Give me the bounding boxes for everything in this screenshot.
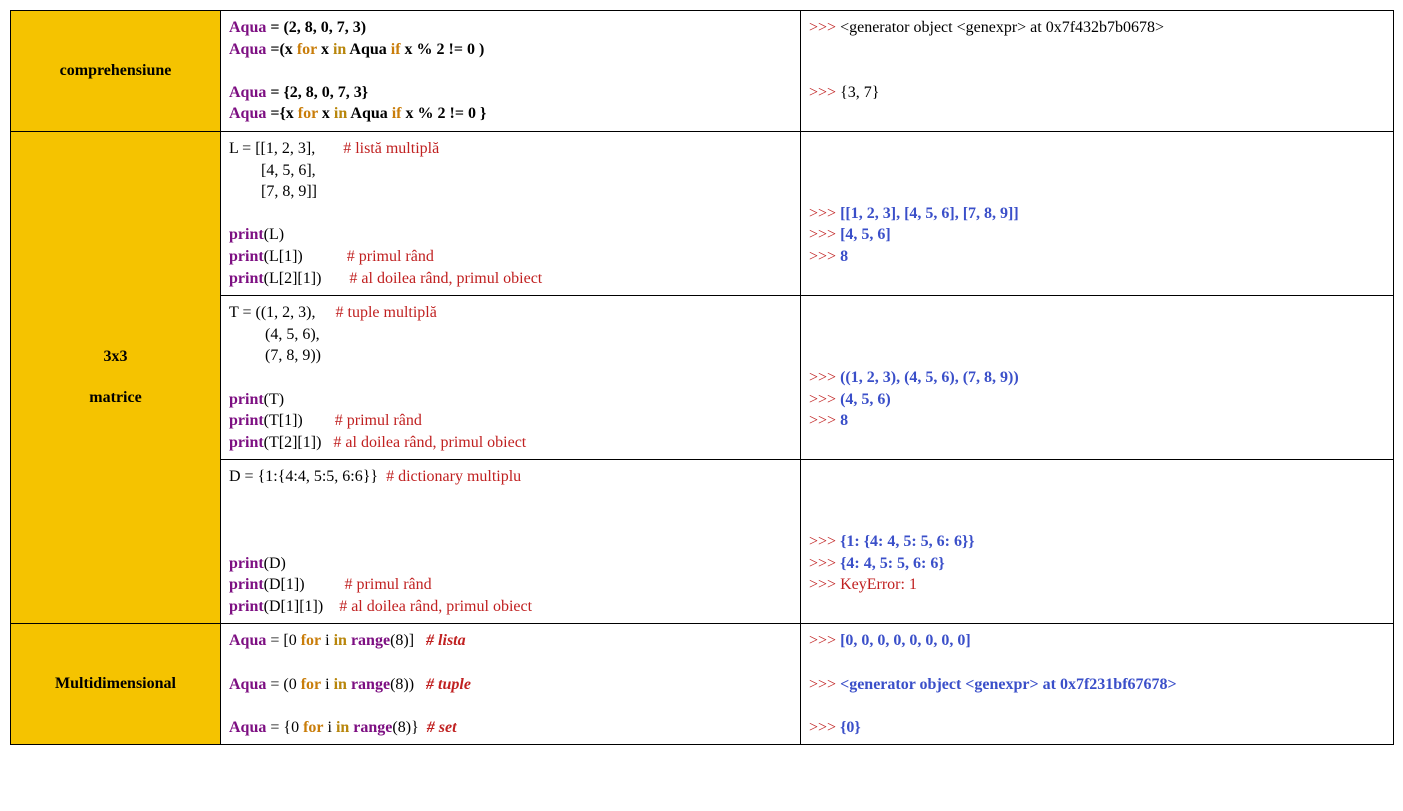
row2-tuple-code: T = ((1, 2, 3), # tuple multiplă (4, 5, … [221,296,801,460]
row3-header: Multidimensional [11,624,221,745]
row1-code: Aqua = (2, 8, 0, 7, 3) Aqua =(x for x in… [221,11,801,132]
row-matrice-list: 3x3matrice L = [[1, 2, 3], # listă multi… [11,131,1394,295]
row3-output: >>> [0, 0, 0, 0, 0, 0, 0, 0] >>> <genera… [801,624,1394,745]
row3-code: Aqua = [0 for i in range(8)] # lista Aqu… [221,624,801,745]
row1-header: comprehensiune [11,11,221,132]
row2-dict-output: >>> {1: {4: 4, 5: 5, 6: 6}} >>> {4: 4, 5… [801,460,1394,624]
row-multidimensional: Multidimensional Aqua = [0 for i in rang… [11,624,1394,745]
row2-dict-code: D = {1:{4:4, 5:5, 6:6}} # dictionary mul… [221,460,801,624]
row1-output: >>> <generator object <genexpr> at 0x7f4… [801,11,1394,132]
row-comprehensiune: comprehensiune Aqua = (2, 8, 0, 7, 3) Aq… [11,11,1394,132]
row2-tuple-output: >>> ((1, 2, 3), (4, 5, 6), (7, 8, 9)) >>… [801,296,1394,460]
row2-list-code: L = [[1, 2, 3], # listă multiplă [4, 5, … [221,131,801,295]
row2-list-output: >>> [[1, 2, 3], [4, 5, 6], [7, 8, 9]] >>… [801,131,1394,295]
python-reference-table: comprehensiune Aqua = (2, 8, 0, 7, 3) Aq… [10,10,1394,745]
row2-header: 3x3matrice [11,131,221,623]
